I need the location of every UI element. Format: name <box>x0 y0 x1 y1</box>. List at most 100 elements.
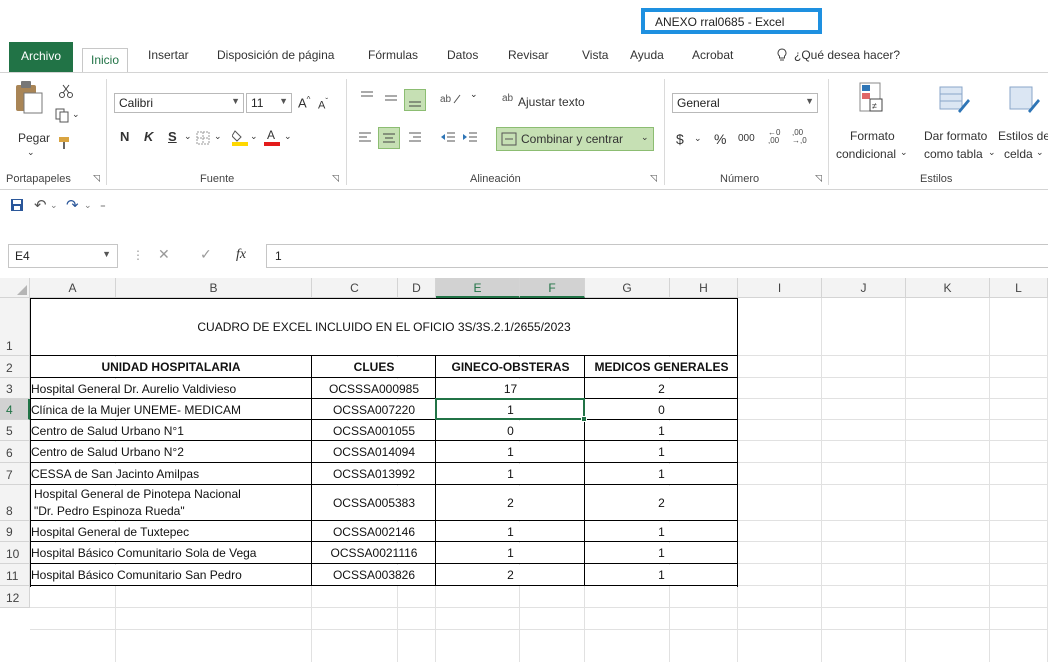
row-header-8[interactable]: 8 <box>0 485 30 521</box>
column-header-c[interactable]: C <box>312 278 398 298</box>
chevron-down-icon[interactable]: ⌄ <box>50 200 58 211</box>
cell-styles-label2[interactable]: celda <box>1004 147 1033 161</box>
formula-input[interactable]: 1 <box>266 244 1048 268</box>
cancel-formula-icon[interactable]: ✕ <box>158 246 170 263</box>
number-format-dropdown[interactable]: General ▼ <box>672 93 818 113</box>
conditional-format-label2[interactable]: condicional <box>836 147 896 161</box>
align-center-icon[interactable] <box>378 127 400 149</box>
clues-cell[interactable]: OCSSSA000985 <box>313 379 435 398</box>
tab-vista[interactable]: Vista <box>582 48 608 62</box>
medicos-cell[interactable]: 1 <box>586 522 737 541</box>
column-header-b[interactable]: B <box>116 278 312 298</box>
unidad-cell[interactable]: Hospital Básico Comunitario San Pedro <box>31 565 311 585</box>
gineco-cell[interactable]: 17 <box>437 379 584 398</box>
row-header-9[interactable]: 9 <box>0 521 30 542</box>
medicos-cell[interactable]: 1 <box>586 565 737 585</box>
clues-cell[interactable]: OCSSA007220 <box>313 400 435 419</box>
number-launcher-icon[interactable]: ◹ <box>815 173 822 184</box>
orientation-icon[interactable]: ab <box>440 91 462 108</box>
clues-cell[interactable]: OCSSA013992 <box>313 464 435 484</box>
percent-button[interactable]: % <box>714 131 726 147</box>
font-name-dropdown[interactable]: Calibri ▼ <box>114 93 244 113</box>
clues-cell[interactable]: OCSSA001055 <box>313 421 435 440</box>
format-as-table-icon[interactable] <box>938 85 970 118</box>
medicos-cell[interactable]: 2 <box>586 486 737 520</box>
column-header-i[interactable]: I <box>738 278 822 298</box>
currency-button[interactable]: $ <box>676 131 684 147</box>
tab-archivo[interactable]: Archivo <box>9 42 74 72</box>
row-header-6[interactable]: 6 <box>0 441 30 463</box>
tab-disposicion[interactable]: Disposición de página <box>217 48 334 62</box>
row-header-12[interactable]: 12 <box>0 586 30 608</box>
decrease-indent-icon[interactable] <box>440 131 456 146</box>
cut-icon[interactable] <box>58 83 74 102</box>
unidad-cell[interactable]: Centro de Salud Urbano N°2 <box>31 442 311 462</box>
clues-cell[interactable]: OCSSA003826 <box>313 565 435 585</box>
medicos-cell[interactable]: 1 <box>586 442 737 462</box>
save-icon[interactable] <box>10 198 24 215</box>
column-header-g[interactable]: G <box>585 278 670 298</box>
gineco-cell[interactable]: 1 <box>437 464 584 484</box>
table-header-cell[interactable]: MEDICOS GENERALES <box>586 357 737 377</box>
tab-inicio[interactable]: Inicio <box>82 48 129 72</box>
conditional-format-icon[interactable]: ≠ <box>858 81 884 118</box>
clues-cell[interactable]: OCSSA0021116 <box>313 543 435 563</box>
underline-button[interactable]: S <box>168 129 177 144</box>
fill-handle[interactable] <box>581 416 587 422</box>
spreadsheet-grid[interactable]: ABCDEFGHIJKL 1 2 3 4 5 6 7 8 9 10 11 12 CUADRO DE E… <box>0 278 1048 662</box>
paste-label[interactable]: Pegar <box>18 131 50 145</box>
tell-me-search[interactable]: ¿Qué desea hacer? <box>794 48 900 62</box>
font-size-dropdown[interactable]: 11 ▼ <box>246 93 292 113</box>
gineco-cell[interactable]: 2 <box>437 486 584 520</box>
fill-color-icon[interactable] <box>231 127 248 150</box>
wrap-text-button[interactable]: Ajustar texto <box>518 95 585 109</box>
conditional-format-label1[interactable]: Formato <box>850 129 895 143</box>
enter-formula-icon[interactable]: ✓ <box>200 246 212 263</box>
copy-icon[interactable] <box>54 107 70 126</box>
row-header-1[interactable]: 1 <box>0 298 30 356</box>
unidad-cell[interactable]: CESSA de San Jacinto Amilpas <box>31 464 311 484</box>
tab-datos[interactable]: Datos <box>447 48 478 62</box>
table-header-cell[interactable]: UNIDAD HOSPITALARIA <box>31 357 311 377</box>
paste-icon[interactable] <box>12 79 46 120</box>
font-launcher-icon[interactable]: ◹ <box>332 173 339 184</box>
tab-revisar[interactable]: Revisar <box>508 48 549 62</box>
chevron-down-icon[interactable]: ⌄ <box>250 131 258 142</box>
merge-center-button[interactable]: Combinar y centrar ⌄ <box>496 127 654 151</box>
align-top-icon[interactable] <box>360 89 374 106</box>
unidad-cell[interactable]: Clínica de la Mujer UNEME- MEDICAM <box>31 400 311 419</box>
clues-cell[interactable]: OCSSA014094 <box>313 442 435 462</box>
chevron-down-icon[interactable]: ▼ <box>102 249 111 259</box>
column-header-j[interactable]: J <box>822 278 906 298</box>
chevron-down-icon[interactable]: ⌄ <box>84 200 92 211</box>
name-box[interactable]: E4 ▼ <box>8 244 118 268</box>
wrap-text-icon[interactable]: ab <box>502 93 513 104</box>
row-header-5[interactable]: 5 <box>0 420 30 441</box>
chevron-down-icon[interactable]: ⌄ <box>1036 147 1044 158</box>
medicos-cell[interactable]: 2 <box>586 379 737 398</box>
unidad-cell[interactable]: Hospital Básico Comunitario Sola de Vega <box>31 543 311 563</box>
alignment-launcher-icon[interactable]: ◹ <box>650 173 657 184</box>
medicos-cell[interactable]: 1 <box>586 543 737 563</box>
column-header-k[interactable]: K <box>906 278 990 298</box>
decrease-decimal-icon[interactable]: ,00 →,0 <box>792 129 807 145</box>
italic-button[interactable]: K <box>144 129 153 144</box>
gineco-cell[interactable]: 2 <box>437 565 584 585</box>
copy-dropdown-icon[interactable]: ⌄ <box>72 109 80 120</box>
table-header-cell[interactable]: CLUES <box>313 357 435 377</box>
column-header-a[interactable]: A <box>30 278 116 298</box>
chevron-down-icon[interactable]: ⌄ <box>470 89 478 100</box>
clues-cell[interactable]: OCSSA002146 <box>313 522 435 541</box>
borders-icon[interactable] <box>196 131 210 148</box>
format-painter-icon[interactable] <box>56 135 72 154</box>
gineco-cell[interactable]: 1 <box>437 522 584 541</box>
medicos-cell[interactable]: 1 <box>586 421 737 440</box>
bold-button[interactable]: N <box>120 129 129 144</box>
cell-styles-label1[interactable]: Estilos de <box>998 129 1048 143</box>
unidad-cell[interactable]: Hospital General Dr. Aurelio Valdivieso <box>31 379 311 398</box>
row-header-3[interactable]: 3 <box>0 378 30 399</box>
increase-indent-icon[interactable] <box>462 131 478 146</box>
unidad-cell[interactable]: Hospital General de Pinotepa Nacional "Dr… <box>31 486 311 520</box>
column-header-d[interactable]: D <box>398 278 436 298</box>
chevron-down-icon[interactable]: ⌄ <box>284 131 292 142</box>
